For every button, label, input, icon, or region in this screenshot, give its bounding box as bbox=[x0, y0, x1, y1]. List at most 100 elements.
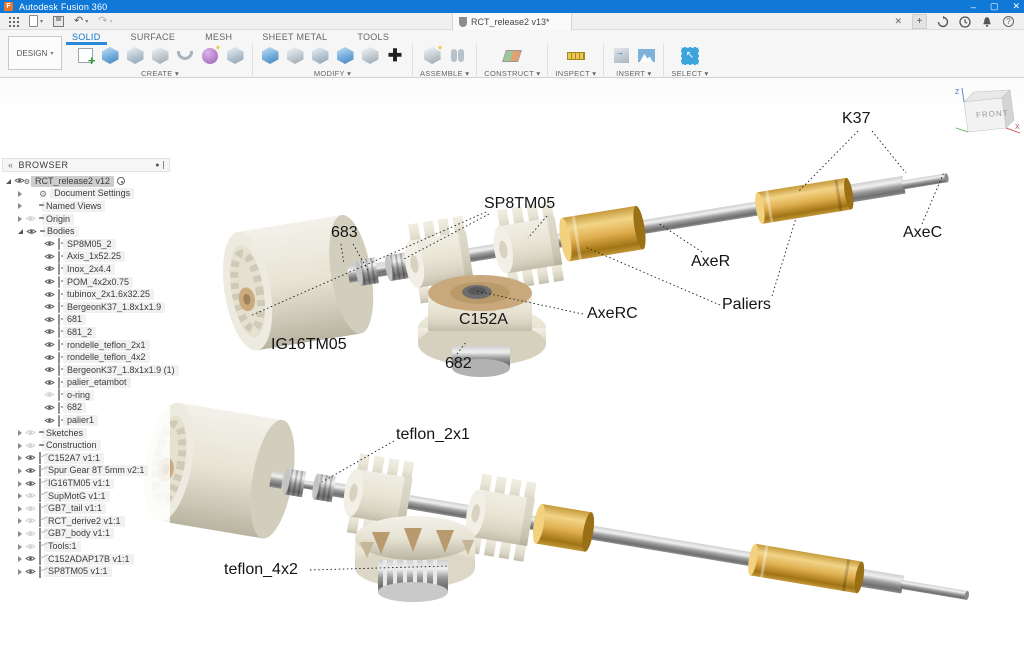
visibility-eye-icon[interactable] bbox=[25, 214, 36, 224]
shell-icon[interactable] bbox=[310, 46, 330, 66]
notifications-icon[interactable] bbox=[981, 16, 993, 28]
extrude-icon[interactable] bbox=[100, 46, 120, 66]
visibility-eye-icon[interactable] bbox=[25, 441, 36, 451]
app-grid-icon[interactable] bbox=[8, 16, 19, 27]
visibility-eye-icon[interactable] bbox=[25, 466, 36, 476]
document-tab[interactable]: RCT_release2 v13* bbox=[452, 13, 572, 30]
undo-button[interactable]: ↶▾ bbox=[74, 16, 88, 27]
browser-collapse-icon[interactable]: « bbox=[8, 160, 14, 170]
expand-closed-icon[interactable] bbox=[18, 506, 22, 512]
minimize-button[interactable]: – bbox=[971, 2, 976, 12]
browser-item-c152a7-v1-1[interactable]: C152A7 v1:1 bbox=[2, 452, 170, 465]
ribbon-group-label-inspect[interactable]: INSPECT ▾ bbox=[555, 69, 596, 78]
visibility-eye-icon[interactable] bbox=[26, 227, 37, 237]
sweep-icon[interactable] bbox=[150, 46, 170, 66]
expand-closed-icon[interactable] bbox=[18, 468, 22, 474]
browser-item-inox-2x4-4[interactable]: Inox_2x4.4 bbox=[2, 263, 170, 276]
redo-button[interactable]: ↷▾ bbox=[98, 16, 112, 27]
expand-open-icon[interactable] bbox=[18, 229, 23, 234]
expand-closed-icon[interactable] bbox=[18, 569, 22, 575]
browser-item-gb7-body-v1-1[interactable]: GB7_body v1:1 bbox=[2, 528, 170, 541]
browser-item-681[interactable]: 681 bbox=[2, 314, 170, 327]
expand-closed-icon[interactable] bbox=[18, 430, 22, 436]
canvas-icon[interactable] bbox=[636, 46, 656, 66]
visibility-eye-icon[interactable] bbox=[25, 491, 36, 501]
joint-icon[interactable] bbox=[447, 46, 467, 66]
sculpt-icon[interactable] bbox=[225, 46, 245, 66]
expand-closed-icon[interactable] bbox=[18, 216, 22, 222]
workspace-selector[interactable]: DESIGN▾ bbox=[8, 36, 62, 70]
browser-item-rondelle-teflon-2x1[interactable]: rondelle_teflon_2x1 bbox=[2, 339, 170, 352]
form-icon[interactable]: * bbox=[200, 46, 220, 66]
ribbon-tab-solid[interactable]: SOLID bbox=[70, 30, 103, 44]
ribbon-tab-surface[interactable]: SURFACE bbox=[129, 30, 178, 44]
visibility-eye-icon[interactable] bbox=[44, 378, 55, 388]
model-lower-assembly[interactable] bbox=[136, 399, 978, 655]
browser-header[interactable]: « BROWSER ● bbox=[2, 158, 170, 172]
expand-closed-icon[interactable] bbox=[18, 556, 22, 562]
close-document-icon[interactable]: ✕ bbox=[894, 17, 902, 26]
select-icon[interactable]: ↖ bbox=[680, 46, 700, 66]
visibility-eye-icon[interactable] bbox=[44, 239, 55, 249]
ribbon-tab-sheet-metal[interactable]: SHEET METAL bbox=[260, 30, 329, 44]
measure-icon[interactable] bbox=[566, 46, 586, 66]
visibility-eye-icon[interactable] bbox=[25, 516, 36, 526]
browser-item-document-settings[interactable]: ⚙Document Settings bbox=[2, 188, 170, 201]
revolve-icon[interactable] bbox=[125, 46, 145, 66]
ribbon-group-label-insert[interactable]: INSERT ▾ bbox=[616, 69, 651, 78]
browser-item-rondelle-teflon-4x2[interactable]: rondelle_teflon_4x2 bbox=[2, 351, 170, 364]
visibility-eye-icon[interactable] bbox=[44, 327, 55, 337]
browser-item-spur-gear-8t-5mm-v2-1[interactable]: Spur Gear 8T 5mm v2:1 bbox=[2, 465, 170, 478]
browser-item-named-views[interactable]: Named Views bbox=[2, 200, 170, 213]
combine-icon[interactable] bbox=[335, 46, 355, 66]
expand-closed-icon[interactable] bbox=[18, 455, 22, 461]
visibility-eye-icon[interactable] bbox=[44, 277, 55, 287]
browser-item-palier1[interactable]: palier1 bbox=[2, 414, 170, 427]
ribbon-tab-mesh[interactable]: MESH bbox=[203, 30, 234, 44]
browser-item-axis-1x52-25[interactable]: Axis_1x52.25 bbox=[2, 251, 170, 264]
help-icon[interactable]: ? bbox=[1003, 16, 1014, 27]
browser-options-icon[interactable]: ● bbox=[155, 162, 160, 169]
visibility-eye-icon[interactable] bbox=[25, 567, 36, 577]
browser-item-bergeonk37-1-8x1x1-9[interactable]: BergeonK37_1.8x1x1.9 bbox=[2, 301, 170, 314]
browser-item-c152adap17b-v1-1[interactable]: C152ADAP17B v1:1 bbox=[2, 553, 170, 566]
visibility-eye-icon[interactable] bbox=[25, 504, 36, 514]
browser-item-rct-release2-v12[interactable]: RCT_release2 v12 bbox=[2, 175, 170, 188]
browser-item-tubinox-2x1-6x32-25[interactable]: tubinox_2x1.6x32.25 bbox=[2, 288, 170, 301]
browser-item-bergeonk37-1-8x1x1-9-1-[interactable]: BergeonK37_1.8x1x1.9 (1) bbox=[2, 364, 170, 377]
expand-closed-icon[interactable] bbox=[18, 518, 22, 524]
browser-item-sp8tm05-v1-1[interactable]: SP8TM05 v1:1 bbox=[2, 565, 170, 578]
browser-item-ig16tm05-v1-1[interactable]: IG16TM05 v1:1 bbox=[2, 477, 170, 490]
ribbon-group-label-modify[interactable]: MODIFY ▾ bbox=[314, 69, 351, 78]
browser-item-palier-etambot[interactable]: palier_etambot bbox=[2, 377, 170, 390]
save-button[interactable] bbox=[53, 16, 64, 27]
visibility-eye-icon[interactable] bbox=[25, 428, 36, 438]
ribbon-tab-tools[interactable]: TOOLS bbox=[355, 30, 391, 44]
create-sketch-icon[interactable]: + bbox=[75, 46, 95, 66]
maximize-button[interactable]: ▢ bbox=[990, 1, 999, 12]
expand-closed-icon[interactable] bbox=[18, 544, 22, 550]
close-button[interactable]: ✕ bbox=[1012, 1, 1020, 12]
browser-item-tools-1[interactable]: Tools:1 bbox=[2, 540, 170, 553]
ribbon-group-label-assemble[interactable]: ASSEMBLE ▾ bbox=[420, 69, 469, 78]
visibility-eye-icon[interactable] bbox=[44, 403, 55, 413]
visibility-eye-icon[interactable] bbox=[44, 353, 55, 363]
browser-item-pom-4x2x0-75[interactable]: POM_4x2x0.75 bbox=[2, 276, 170, 289]
browser-item-rct-derive2-v1-1[interactable]: RCT_derive2 v1:1 bbox=[2, 515, 170, 528]
visibility-eye-icon[interactable] bbox=[44, 315, 55, 325]
model-crown-gear-lower[interactable] bbox=[355, 516, 475, 602]
expand-closed-icon[interactable] bbox=[18, 203, 22, 209]
job-status-icon[interactable] bbox=[959, 16, 971, 28]
model-canvas[interactable]: K37AxeCSP8TM05683AxeRPaliersAxeRCC152A68… bbox=[0, 78, 1024, 666]
browser-item-supmotg-v1-1[interactable]: SupMotG v1:1 bbox=[2, 490, 170, 503]
expand-closed-icon[interactable] bbox=[18, 493, 22, 499]
insert-mesh-icon[interactable] bbox=[611, 46, 631, 66]
visibility-eye-icon[interactable] bbox=[44, 365, 55, 375]
fillet-icon[interactable] bbox=[285, 46, 305, 66]
visibility-eye-icon[interactable] bbox=[44, 290, 55, 300]
browser-item-sketches[interactable]: Sketches bbox=[2, 427, 170, 440]
expand-closed-icon[interactable] bbox=[18, 481, 22, 487]
ribbon-group-label-create[interactable]: CREATE ▾ bbox=[141, 69, 179, 78]
browser-item-o-ring[interactable]: o-ring bbox=[2, 389, 170, 402]
browser-item-origin[interactable]: Origin bbox=[2, 213, 170, 226]
